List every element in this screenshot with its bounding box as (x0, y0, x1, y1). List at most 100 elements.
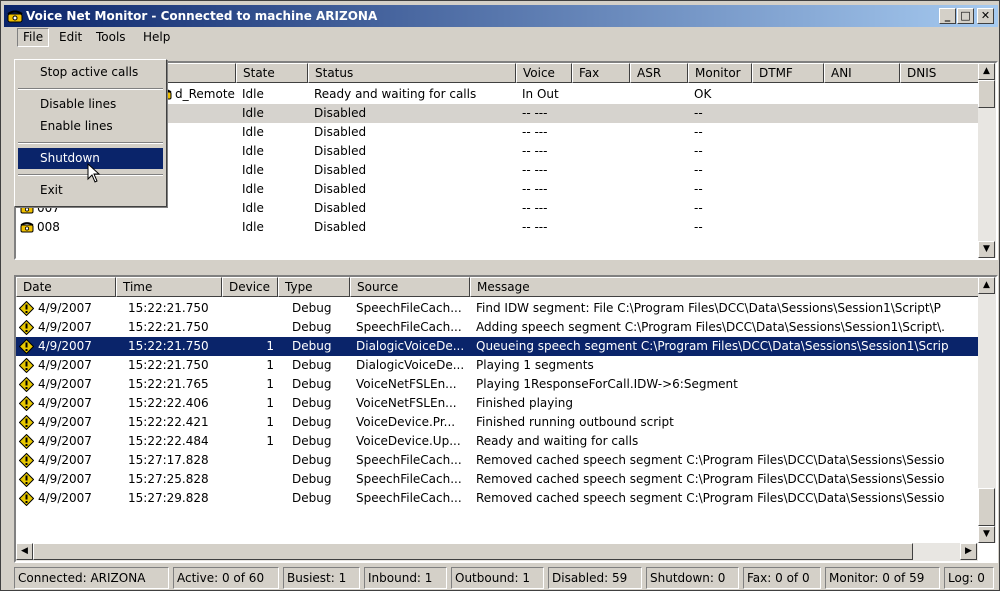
scroll-thumb[interactable] (978, 80, 995, 108)
log-row[interactable]: 4/9/2007 15:27:25.828 Debug SpeechFileCach.… (16, 470, 978, 489)
debug-icon (18, 395, 35, 412)
col-header-message[interactable]: Message (470, 277, 980, 297)
col-header-dnis[interactable]: DNIS (900, 63, 980, 83)
log-source: VoiceDevice.Up... (356, 434, 461, 448)
log-row[interactable]: 4/9/2007 15:22:21.750 Debug SpeechFileCach.… (16, 318, 978, 337)
menu-item-stop-active-calls[interactable]: Stop active calls (18, 62, 163, 83)
log-date: 4/9/2007 (38, 434, 92, 448)
log-device (222, 489, 274, 508)
line-monitor: -- (694, 106, 703, 120)
line-monitor: -- (694, 220, 703, 234)
menu-item-exit[interactable]: Exit (18, 180, 163, 201)
scroll-down-button[interactable]: ▼ (978, 241, 995, 258)
log-device (222, 470, 274, 489)
scroll-right-button[interactable]: ▶ (960, 543, 977, 560)
status-connected: Connected: ARIZONA (14, 567, 169, 589)
log-row[interactable]: 4/9/2007 15:22:22.421 1 Debug VoiceDevice.Pr… (16, 413, 978, 432)
scroll-up-button[interactable]: ▲ (978, 277, 995, 294)
lines-vertical-scrollbar[interactable]: ▲ ▼ (978, 63, 996, 258)
menu-item-enable-lines[interactable]: Enable lines (18, 116, 163, 137)
line-state: Idle (242, 144, 264, 158)
col-header-device[interactable]: Device (222, 277, 278, 297)
log-date: 4/9/2007 (38, 301, 92, 315)
log-type: Debug (292, 434, 332, 448)
line-voice: -- --- (522, 163, 548, 177)
close-button[interactable]: ✕ (977, 8, 994, 24)
log-type: Debug (292, 415, 332, 429)
log-source: VoiceNetFSLEn... (356, 377, 457, 391)
line-state: Idle (242, 163, 264, 177)
log-device: 1 (266, 339, 274, 353)
log-type: Debug (292, 453, 332, 467)
maximize-button[interactable]: □ (957, 8, 974, 24)
log-time: 15:27:29.828 (128, 491, 209, 505)
log-type: Debug (292, 339, 332, 353)
log-time: 15:22:21.765 (128, 377, 209, 391)
log-message: Find IDW segment: File C:\Program Files\… (476, 301, 941, 315)
menu-edit[interactable]: Edit (54, 27, 87, 48)
log-list[interactable]: Date Time Device Type Source Message 4/9… (14, 275, 998, 563)
debug-icon (18, 300, 35, 317)
col-header-state[interactable]: State (236, 63, 308, 83)
line-voice: -- --- (522, 144, 548, 158)
title-bar[interactable]: Voice Net Monitor - Connected to machine… (4, 5, 998, 27)
line-row[interactable]: 008 Idle Disabled -- --- -- (16, 218, 978, 237)
horizontal-scroll-thumb[interactable] (33, 543, 913, 560)
line-voice: In Out (522, 87, 559, 101)
col-header-time[interactable]: Time (116, 277, 222, 297)
col-header-status[interactable]: Status (308, 63, 516, 83)
col-header-type[interactable]: Type (278, 277, 350, 297)
debug-icon (18, 376, 35, 393)
line-state: Idle (242, 201, 264, 215)
line-voice: -- --- (522, 182, 548, 196)
debug-icon (18, 490, 35, 507)
scroll-thumb[interactable] (978, 488, 995, 526)
log-date: 4/9/2007 (38, 491, 92, 505)
menu-help[interactable]: Help (138, 27, 175, 48)
log-source: SpeechFileCach... (356, 320, 462, 334)
minimize-button[interactable]: _ (939, 8, 956, 24)
log-message: Ready and waiting for calls (476, 434, 639, 448)
col-header-fax[interactable]: Fax (572, 63, 630, 83)
col-header-dtmf[interactable]: DTMF (752, 63, 824, 83)
line-voice: -- --- (522, 125, 548, 139)
log-row[interactable]: 4/9/2007 15:22:22.406 1 Debug VoiceNetFSLEn.… (16, 394, 978, 413)
scroll-up-button[interactable]: ▲ (978, 63, 995, 80)
log-row[interactable]: 4/9/2007 15:27:29.828 Debug SpeechFileCach.… (16, 489, 978, 508)
log-row[interactable]: 4/9/2007 15:27:17.828 Debug SpeechFileCach.… (16, 451, 978, 470)
col-header-monitor[interactable]: Monitor (688, 63, 752, 83)
log-message: Adding speech segment C:\Program Files\D… (476, 320, 945, 334)
log-horizontal-scrollbar[interactable]: ◀ ▶ (16, 543, 978, 561)
log-time: 15:22:22.421 (128, 415, 209, 429)
log-row[interactable]: 4/9/2007 15:22:22.484 1 Debug VoiceDevice.Up… (16, 432, 978, 451)
menu-file[interactable]: File (17, 28, 50, 47)
log-date: 4/9/2007 (38, 453, 92, 467)
line-state: Idle (242, 87, 264, 101)
phone-app-icon (7, 10, 23, 23)
menu-tools[interactable]: Tools (91, 27, 131, 48)
log-date: 4/9/2007 (38, 339, 92, 353)
log-row[interactable]: 4/9/2007 15:22:21.750 1 Debug DialogicVoiceD… (16, 337, 978, 356)
line-name: 008 (20, 218, 235, 237)
log-row[interactable]: 4/9/2007 15:22:21.765 1 Debug VoiceNetFSLEn.… (16, 375, 978, 394)
debug-icon (18, 338, 35, 355)
line-monitor: OK (694, 87, 712, 101)
menu-item-disable-lines[interactable]: Disable lines (18, 94, 163, 115)
col-header-source[interactable]: Source (350, 277, 470, 297)
scroll-left-button[interactable]: ◀ (16, 543, 33, 560)
log-source: DialogicVoiceDe... (356, 358, 465, 372)
col-header-ani[interactable]: ANI (824, 63, 900, 83)
col-header-voice[interactable]: Voice (516, 63, 572, 83)
log-message: Removed cached speech segment C:\Program… (476, 453, 945, 467)
log-source: VoiceNetFSLEn... (356, 396, 457, 410)
col-header-asr[interactable]: ASR (630, 63, 688, 83)
log-time: 15:22:22.484 (128, 434, 209, 448)
scroll-down-button[interactable]: ▼ (978, 526, 995, 543)
debug-icon (18, 433, 35, 450)
log-vertical-scrollbar[interactable]: ▲ ▼ (978, 277, 996, 543)
log-row[interactable]: 4/9/2007 15:22:21.750 Debug SpeechFileCach.… (16, 299, 978, 318)
log-row[interactable]: 4/9/2007 15:22:21.750 1 Debug DialogicVoiceD… (16, 356, 978, 375)
status-outbound: Outbound: 1 (451, 567, 544, 589)
col-header-date[interactable]: Date (16, 277, 116, 297)
log-type: Debug (292, 358, 332, 372)
